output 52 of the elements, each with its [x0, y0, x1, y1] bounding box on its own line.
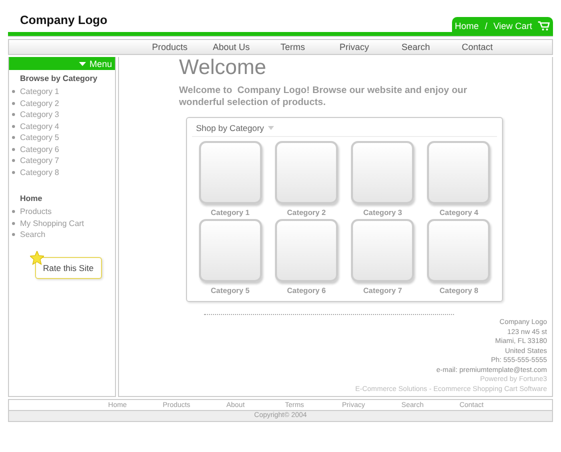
category-image[interactable] [351, 219, 414, 282]
separator: / [484, 21, 488, 31]
nav-link[interactable]: Privacy [324, 42, 385, 52]
bullet-icon [12, 210, 15, 214]
menu-header[interactable]: Menu [9, 57, 115, 70]
category-image[interactable] [198, 219, 262, 282]
star-icon [30, 250, 44, 264]
category-link[interactable]: Category 3 [20, 110, 60, 120]
sidebar-link[interactable]: Search [20, 230, 46, 240]
category-image[interactable] [274, 219, 338, 282]
header-link[interactable]: View Cart [493, 21, 532, 31]
company-logo[interactable]: Company Logo [20, 13, 108, 31]
bullet-icon [12, 124, 15, 128]
bullet-icon [12, 113, 15, 116]
intro-text: Welcome to Company Logo! Browse our website and enjoy our wonderful selection of products. [179, 85, 468, 109]
bullet-icon [12, 222, 15, 225]
menu-label: Menu [89, 58, 112, 68]
shop-title: Shop by Category [196, 123, 264, 133]
category-link[interactable]: Category 5 [20, 133, 60, 142]
category-image[interactable] [427, 141, 490, 204]
page-title: Welcome [179, 57, 268, 79]
bullet-icon [12, 90, 15, 94]
category-image[interactable] [274, 141, 338, 204]
rate-site-button[interactable]: Rate this Site [35, 256, 102, 278]
bullet-icon [12, 159, 15, 162]
bullet-icon [12, 148, 15, 151]
cart-icon[interactable] [538, 21, 550, 31]
nav-link[interactable]: Contact [446, 42, 508, 52]
bullet-icon [12, 102, 15, 105]
category-link[interactable]: Category 6 [20, 144, 60, 154]
caret-icon [79, 62, 86, 66]
category-link[interactable]: Category 4 [20, 122, 60, 131]
header-link[interactable]: Home [454, 21, 479, 31]
nav-link[interactable]: Search [385, 42, 446, 52]
nav-link[interactable]: Terms [262, 42, 324, 52]
category-image[interactable] [351, 141, 414, 204]
category-link[interactable]: Category 7 [20, 156, 60, 166]
category-link[interactable]: Category 1 [20, 87, 60, 96]
caret-icon [268, 126, 274, 130]
sidebar-heading: Home [20, 194, 44, 203]
bullet-icon [12, 136, 15, 140]
category-image[interactable] [427, 219, 490, 282]
sidebar-heading: Browse by Category [20, 74, 98, 83]
category-link[interactable]: Category 2 [20, 98, 60, 108]
bullet-icon [12, 170, 15, 174]
nav-link[interactable]: Products [139, 42, 200, 52]
sidebar-link[interactable]: Products [20, 207, 52, 216]
nav-link[interactable]: About Us [200, 42, 262, 52]
sidebar-link[interactable]: My Shopping Cart [20, 218, 84, 228]
bullet-icon [12, 233, 15, 236]
category-image[interactable] [198, 141, 262, 204]
category-link[interactable]: Category 8 [20, 168, 60, 177]
